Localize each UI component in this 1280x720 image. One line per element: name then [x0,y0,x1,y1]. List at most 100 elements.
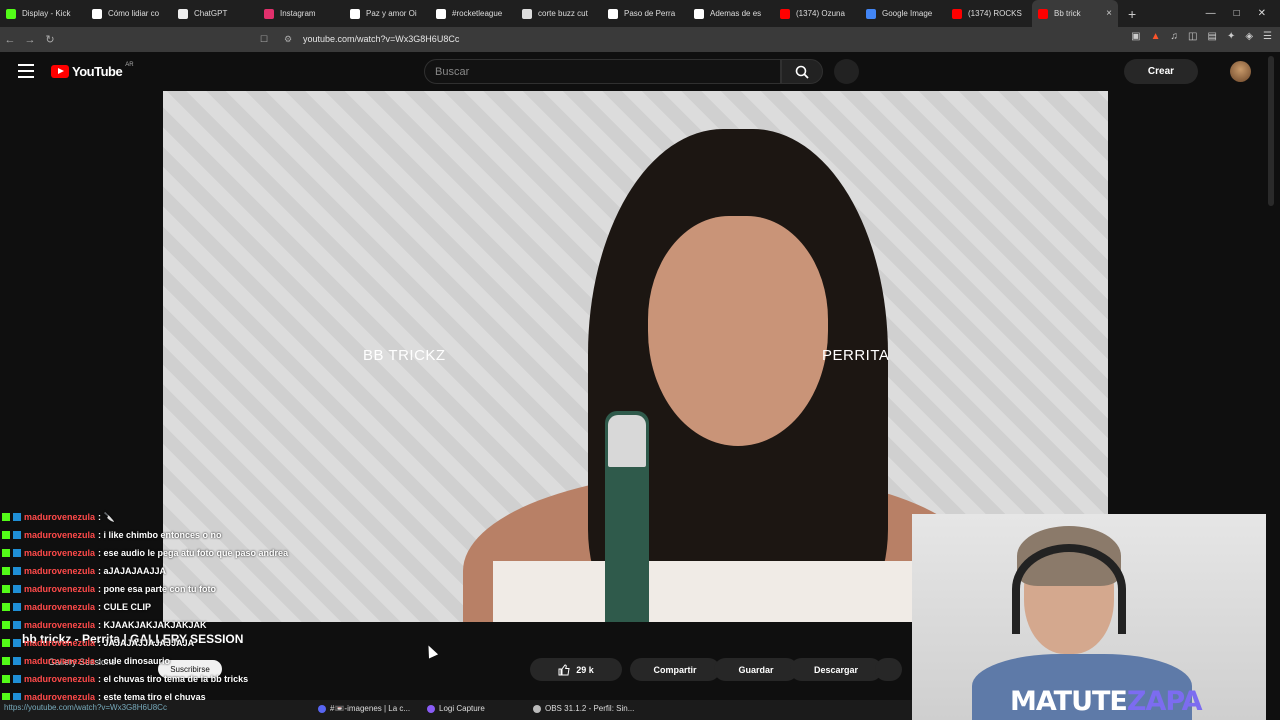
browser-tab[interactable]: Cómo lidiar co [86,0,172,27]
close-window-icon[interactable]: ✕ [1258,8,1266,19]
download-button[interactable]: Descargar [790,658,882,681]
back-icon[interactable]: ← [0,34,20,46]
like-button[interactable]: 29 k [530,658,622,681]
save-button[interactable]: Guardar [714,658,798,681]
youtube-logo[interactable]: YouTube AR [51,62,134,79]
subscriber-badge-icon [13,549,21,557]
taskbar-app[interactable]: #📼-imagenes | La c... [318,704,410,713]
browser-tab[interactable]: corte buzz cut [516,0,602,27]
kick-badge-icon [2,585,10,593]
brave-shield-icon[interactable]: ▲ [1151,31,1161,42]
browser-tab[interactable]: Paso de Perra [602,0,688,27]
chat-username: madurovenezula [24,674,96,684]
site-info-icon[interactable]: ⚙ [284,34,298,45]
browser-tab[interactable]: Google Image [860,0,946,27]
tab-label: ChatGPT [194,9,228,18]
leo-icon[interactable]: ✦ [1227,31,1235,42]
taskbar-app[interactable]: OBS 31.1.2 - Perfil: Sin... [533,704,634,713]
chat-username: madurovenezula [24,530,96,540]
browser-tab[interactable]: ChatGPT [172,0,258,27]
url-text: youtube.com/watch?v=Wx3G8H6U8Cc [303,34,460,44]
video-overlay-right: PERRITA [822,347,890,364]
tab-label: Display - Kick [22,9,71,18]
forward-icon[interactable]: → [20,34,40,46]
chat-message: madurovenezula: CULE CLIP [2,598,422,616]
minimize-icon[interactable]: — [1206,8,1216,19]
menu-icon[interactable]: ☰ [1263,31,1272,42]
chat-text: : 🔪 [98,511,115,522]
reload-icon[interactable]: ↻ [40,33,60,46]
browser-tab[interactable]: Ademas de es [688,0,774,27]
subscriber-badge-icon [13,621,21,629]
create-button[interactable]: Crear [1124,59,1198,84]
chat-text: : el chuvas tiro tema de la bb tricks [98,674,249,684]
tab-favicon-icon [6,8,16,19]
browser-tab[interactable]: (1374) Ozuna [774,0,860,27]
browser-tab[interactable]: Bb trick × [1032,0,1118,27]
cast-icon[interactable]: ▣ [1131,31,1140,42]
brand-part-2: ZAPA [1126,686,1203,717]
chat-message: madurovenezula: ese audio le pega atu fo… [2,544,422,562]
chat-username: madurovenezula [24,602,96,612]
tab-close-icon[interactable]: × [1106,8,1112,19]
window-controls: — □ ✕ [1206,8,1280,19]
tab-favicon-icon [522,8,532,19]
chat-text: : JAJAJAJJAJAJJAJA [98,638,195,648]
chat-text: : CULE CLIP [98,602,152,612]
tab-label: Cómo lidiar co [108,9,160,18]
vpn-icon[interactable]: ◈ [1245,31,1253,42]
app-icon [318,704,326,713]
tab-favicon-icon [436,8,446,19]
link-preview: https://youtube.com/watch?v=Wx3G8H6U8Cc [4,703,167,712]
browser-tab[interactable]: Display - Kick [0,0,86,27]
thumbs-up-icon [558,663,570,675]
kick-badge-icon [2,567,10,575]
share-button[interactable]: Compartir [630,658,720,681]
tab-favicon-icon [264,8,274,19]
app-icon [533,704,541,713]
search-input[interactable]: Buscar [424,59,781,84]
extensions-area: ▣ ▲ ♫ ◫ ▤ ✦ ◈ ☰ [1131,31,1272,42]
kick-badge-icon [2,657,10,665]
chat-username: madurovenezula [24,584,96,594]
chat-message: madurovenezula: JAJAJAJJAJAJJAJA [2,634,422,652]
browser-tab-bar: Display - Kick Cómo lidiar co ChatGPT Insta… [0,0,1280,27]
tab-label: #rocketleague [452,9,503,18]
tab-favicon-icon [608,8,618,19]
subscriber-badge-icon [13,567,21,575]
like-count: 29 k [576,664,594,675]
subscriber-badge-icon [13,657,21,665]
url-field[interactable]: ☐ ⚙ youtube.com/watch?v=Wx3G8H6U8Cc [255,29,1005,49]
chat-text: : aJAJAJAAJJA [98,566,167,576]
browser-tab[interactable]: Paz y amor Oi [344,0,430,27]
scrollbar[interactable] [1268,56,1274,206]
chat-username: madurovenezula [24,656,96,666]
kick-badge-icon [2,549,10,557]
brand-part-1: MATUTE [1010,686,1128,717]
wallet-icon[interactable]: ▤ [1207,31,1216,42]
video-figure-face [648,216,828,446]
sidebar-icon[interactable]: ◫ [1188,31,1197,42]
music-icon[interactable]: ♫ [1171,31,1179,42]
bookmark-icon[interactable]: ☐ [260,34,274,45]
search-button[interactable] [781,59,823,84]
new-tab-button[interactable]: + [1118,6,1146,22]
more-actions-button[interactable] [875,658,902,681]
kick-badge-icon [2,621,10,629]
avatar[interactable] [1230,61,1251,82]
tab-favicon-icon [694,8,704,19]
browser-tab[interactable]: (1374) ROCKS [946,0,1032,27]
tab-label: Paso de Perra [624,9,676,18]
browser-tab[interactable]: #rocketleague [430,0,516,27]
chat-message: madurovenezula: 🔪 [2,508,422,526]
maximize-icon[interactable]: □ [1234,8,1240,19]
youtube-play-icon [51,65,69,78]
taskbar-app[interactable]: Logi Capture [427,704,485,713]
tab-label: Paz y amor Oi [366,9,417,18]
hamburger-menu-icon[interactable] [18,64,34,78]
chat-username: madurovenezula [24,512,96,522]
youtube-header: YouTube AR Buscar Crear [0,52,1280,90]
voice-search-button[interactable] [834,59,859,84]
kick-badge-icon [2,513,10,521]
browser-tab[interactable]: Instagram [258,0,344,27]
